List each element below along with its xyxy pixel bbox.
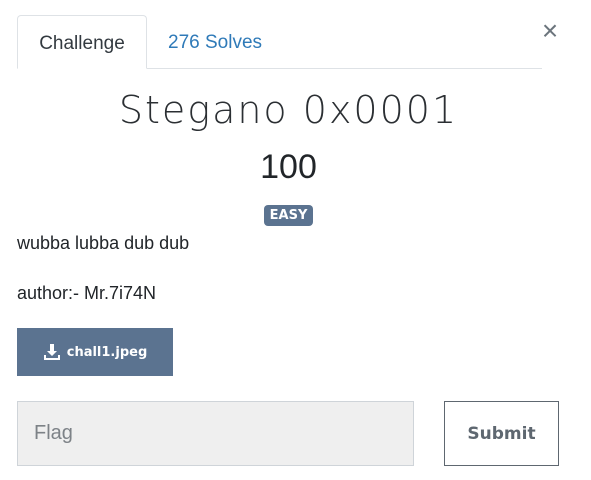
challenge-author: author:- Mr.7i74N bbox=[17, 283, 157, 303]
download-file-button[interactable]: chall1.jpeg bbox=[17, 328, 173, 376]
tab-solves[interactable]: 276 Solves bbox=[168, 15, 262, 68]
difficulty-badge-wrapper: EASY bbox=[0, 205, 577, 226]
challenge-description: wubba lubba dub dub bbox=[17, 233, 190, 253]
difficulty-badge: EASY bbox=[263, 205, 314, 226]
flag-input[interactable] bbox=[17, 401, 414, 466]
download-icon bbox=[43, 343, 61, 361]
challenge-tabs: Challenge 276 Solves bbox=[17, 15, 542, 69]
challenge-points: 100 bbox=[260, 148, 317, 186]
download-file-name: chall1.jpeg bbox=[66, 344, 148, 360]
close-icon[interactable]: × bbox=[538, 16, 562, 46]
submit-button[interactable]: Submit bbox=[444, 401, 559, 466]
challenge-title: Stegano 0x0001 bbox=[118, 88, 459, 132]
tab-challenge[interactable]: Challenge bbox=[17, 15, 147, 69]
